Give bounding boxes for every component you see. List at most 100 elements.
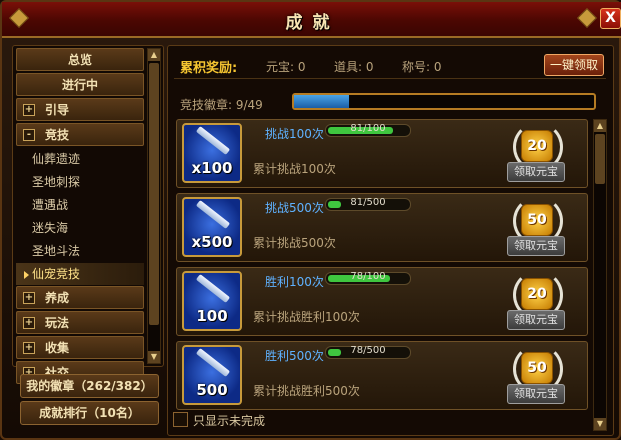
collapse-icon[interactable]: - bbox=[23, 129, 35, 141]
nav-item-label: 进行中 bbox=[61, 78, 98, 92]
nav-subitem-4[interactable]: 仙葬遗迹 bbox=[16, 148, 144, 170]
nav-category-11[interactable]: + 玩法 bbox=[16, 311, 144, 334]
nav-item-label: 圣地斗法 bbox=[32, 244, 81, 258]
reward-titles: 称号: 0 bbox=[402, 60, 442, 74]
achievement-progress-bar: 81/100 bbox=[325, 123, 411, 137]
category-nav: 总览 进行中 + 引导 - 竞技 仙葬遗迹 圣地刺探 遭遇战 迷失海 圣地斗法 仙宠竞技 + 养成 + 玩法 +… bbox=[16, 48, 144, 386]
list-scrollbar[interactable]: ▲ ▼ bbox=[593, 119, 607, 431]
nav-subitem-8[interactable]: 圣地斗法 bbox=[16, 240, 144, 262]
achievement-description: 累计挑战胜利100次 bbox=[253, 310, 360, 324]
achievement-progress-text: 81/500 bbox=[350, 197, 386, 208]
nav-item-label: 收集 bbox=[45, 341, 70, 355]
nav-subitem-6[interactable]: 遭遇战 bbox=[16, 194, 144, 216]
reward-medal-icon: 20 bbox=[513, 120, 563, 172]
achievement-progress-text: 78/100 bbox=[350, 271, 386, 282]
nav-item-label: 总览 bbox=[67, 53, 92, 67]
badge-progress-label: 竞技徽章: 9/49 bbox=[180, 98, 263, 112]
achievement-description: 累计挑战100次 bbox=[253, 162, 336, 176]
badge-count: 100 bbox=[196, 307, 228, 325]
nav-category-0[interactable]: 总览 bbox=[16, 48, 144, 71]
sword-icon bbox=[195, 126, 231, 155]
reward-amount: 50 bbox=[521, 204, 553, 236]
badge-progress-fill bbox=[294, 95, 350, 108]
achievement-row: x500 挑战500次 81/500 累计挑战500次 50 领取元宝 bbox=[176, 193, 588, 262]
scroll-up-icon[interactable]: ▲ bbox=[148, 49, 160, 61]
achievement-progress-text: 81/100 bbox=[350, 123, 386, 134]
show-incomplete-checkbox[interactable] bbox=[173, 412, 188, 427]
scroll-up-icon[interactable]: ▲ bbox=[594, 120, 606, 132]
nav-subitem-9[interactable]: 仙宠竞技 bbox=[16, 263, 144, 285]
achievement-name: 挑战100次 bbox=[265, 127, 324, 141]
achievement-badge-icon: x100 bbox=[182, 123, 242, 183]
achievement-description: 累计挑战胜利500次 bbox=[253, 384, 360, 398]
achievement-badge-icon: 500 bbox=[182, 345, 242, 405]
sword-icon bbox=[195, 200, 231, 229]
badge-progress-bar bbox=[292, 93, 596, 110]
achievement-name: 挑战500次 bbox=[265, 201, 324, 215]
achievement-row: x100 挑战100次 81/100 累计挑战100次 20 领取元宝 bbox=[176, 119, 588, 188]
claim-all-button[interactable]: 一键领取 bbox=[544, 54, 604, 76]
nav-category-3[interactable]: - 竞技 bbox=[16, 123, 144, 146]
achievement-progress-bar: 78/100 bbox=[325, 271, 411, 285]
scroll-down-icon[interactable]: ▼ bbox=[594, 418, 606, 430]
claim-yuanbao-button[interactable]: 领取元宝 bbox=[507, 236, 565, 256]
expand-icon[interactable]: + bbox=[23, 342, 35, 354]
sword-icon bbox=[195, 274, 231, 303]
reward-medal-icon: 50 bbox=[513, 342, 563, 394]
expand-icon[interactable]: + bbox=[23, 292, 35, 304]
claim-yuanbao-button[interactable]: 领取元宝 bbox=[507, 310, 565, 330]
achievement-row: 100 胜利100次 78/100 累计挑战胜利100次 20 领取元宝 bbox=[176, 267, 588, 336]
nav-item-label: 仙葬遗迹 bbox=[32, 152, 81, 166]
achievement-panel: 累积奖励: 元宝: 0 道具: 0 称号: 0 一键领取 竞技徽章: 9/49 … bbox=[167, 45, 614, 436]
nav-scrollbar[interactable]: ▲ ▼ bbox=[147, 48, 161, 364]
nav-category-10[interactable]: + 养成 bbox=[16, 286, 144, 309]
reward-amount: 50 bbox=[521, 352, 553, 384]
achievement-name: 胜利100次 bbox=[265, 275, 324, 289]
achievement-badge-icon: 100 bbox=[182, 271, 242, 331]
expand-icon[interactable]: + bbox=[23, 104, 35, 116]
claim-yuanbao-button[interactable]: 领取元宝 bbox=[507, 162, 565, 182]
reward-medal-icon: 20 bbox=[513, 268, 563, 320]
ranking-button[interactable]: 成就排行（10名） bbox=[20, 401, 159, 425]
badge-count: x100 bbox=[191, 159, 233, 177]
nav-item-label: 仙宠竞技 bbox=[32, 267, 81, 281]
show-incomplete-label: 只显示未完成 bbox=[193, 414, 266, 428]
nav-subitem-5[interactable]: 圣地刺探 bbox=[16, 171, 144, 193]
badge-progress: 竞技徽章: 9/49 bbox=[180, 96, 263, 113]
achievement-row: 500 胜利500次 78/500 累计挑战胜利500次 50 领取元宝 bbox=[176, 341, 588, 410]
category-panel: 总览 进行中 + 引导 - 竞技 仙葬遗迹 圣地刺探 遭遇战 迷失海 圣地斗法 仙宠竞技 + 养成 + 玩法 +… bbox=[12, 45, 164, 384]
nav-item-label: 圣地刺探 bbox=[32, 175, 81, 189]
nav-item-label: 玩法 bbox=[45, 316, 70, 330]
nav-item-label: 竞技 bbox=[45, 128, 70, 142]
reward-yuanbao: 元宝: 0 bbox=[266, 60, 306, 74]
nav-scroll-thumb[interactable] bbox=[149, 63, 159, 325]
selected-arrow-icon bbox=[24, 270, 29, 279]
achievement-name: 胜利500次 bbox=[265, 349, 324, 363]
nav-category-2[interactable]: + 引导 bbox=[16, 98, 144, 121]
scroll-down-icon[interactable]: ▼ bbox=[148, 351, 160, 363]
badge-count: 500 bbox=[196, 381, 228, 399]
nav-category-12[interactable]: + 收集 bbox=[16, 336, 144, 359]
close-button[interactable]: X bbox=[600, 8, 621, 29]
achievement-progress-text: 78/500 bbox=[350, 345, 386, 356]
reward-summary: 累积奖励: 元宝: 0 道具: 0 称号: 0 一键领取 bbox=[174, 52, 606, 79]
achievement-badge-icon: x500 bbox=[182, 197, 242, 257]
achievement-window: 成就 X 总览 进行中 + 引导 - 竞技 仙葬遗迹 圣地刺探 遭遇战 迷失海 圣地斗法 仙宠竞技 + 养… bbox=[0, 0, 621, 440]
achievement-progress-bar: 78/500 bbox=[325, 345, 411, 359]
achievement-list: x100 挑战100次 81/100 累计挑战100次 20 领取元宝 x500 挑战500次… bbox=[176, 119, 588, 431]
nav-item-label: 迷失海 bbox=[32, 221, 69, 235]
list-scroll-thumb[interactable] bbox=[595, 134, 605, 184]
reward-label: 累积奖励: bbox=[180, 61, 238, 76]
claim-yuanbao-button[interactable]: 领取元宝 bbox=[507, 384, 565, 404]
nav-subitem-7[interactable]: 迷失海 bbox=[16, 217, 144, 239]
window-title: 成就 bbox=[285, 13, 340, 33]
reward-amount: 20 bbox=[521, 278, 553, 310]
my-badges-button[interactable]: 我的徽章（262/382） bbox=[20, 374, 159, 398]
nav-item-label: 引导 bbox=[45, 103, 70, 117]
title-bar: 成就 X bbox=[2, 2, 621, 38]
badge-count: x500 bbox=[191, 233, 233, 251]
reward-medal-icon: 50 bbox=[513, 194, 563, 246]
expand-icon[interactable]: + bbox=[23, 317, 35, 329]
sword-icon bbox=[195, 348, 231, 377]
nav-category-1[interactable]: 进行中 bbox=[16, 73, 144, 96]
